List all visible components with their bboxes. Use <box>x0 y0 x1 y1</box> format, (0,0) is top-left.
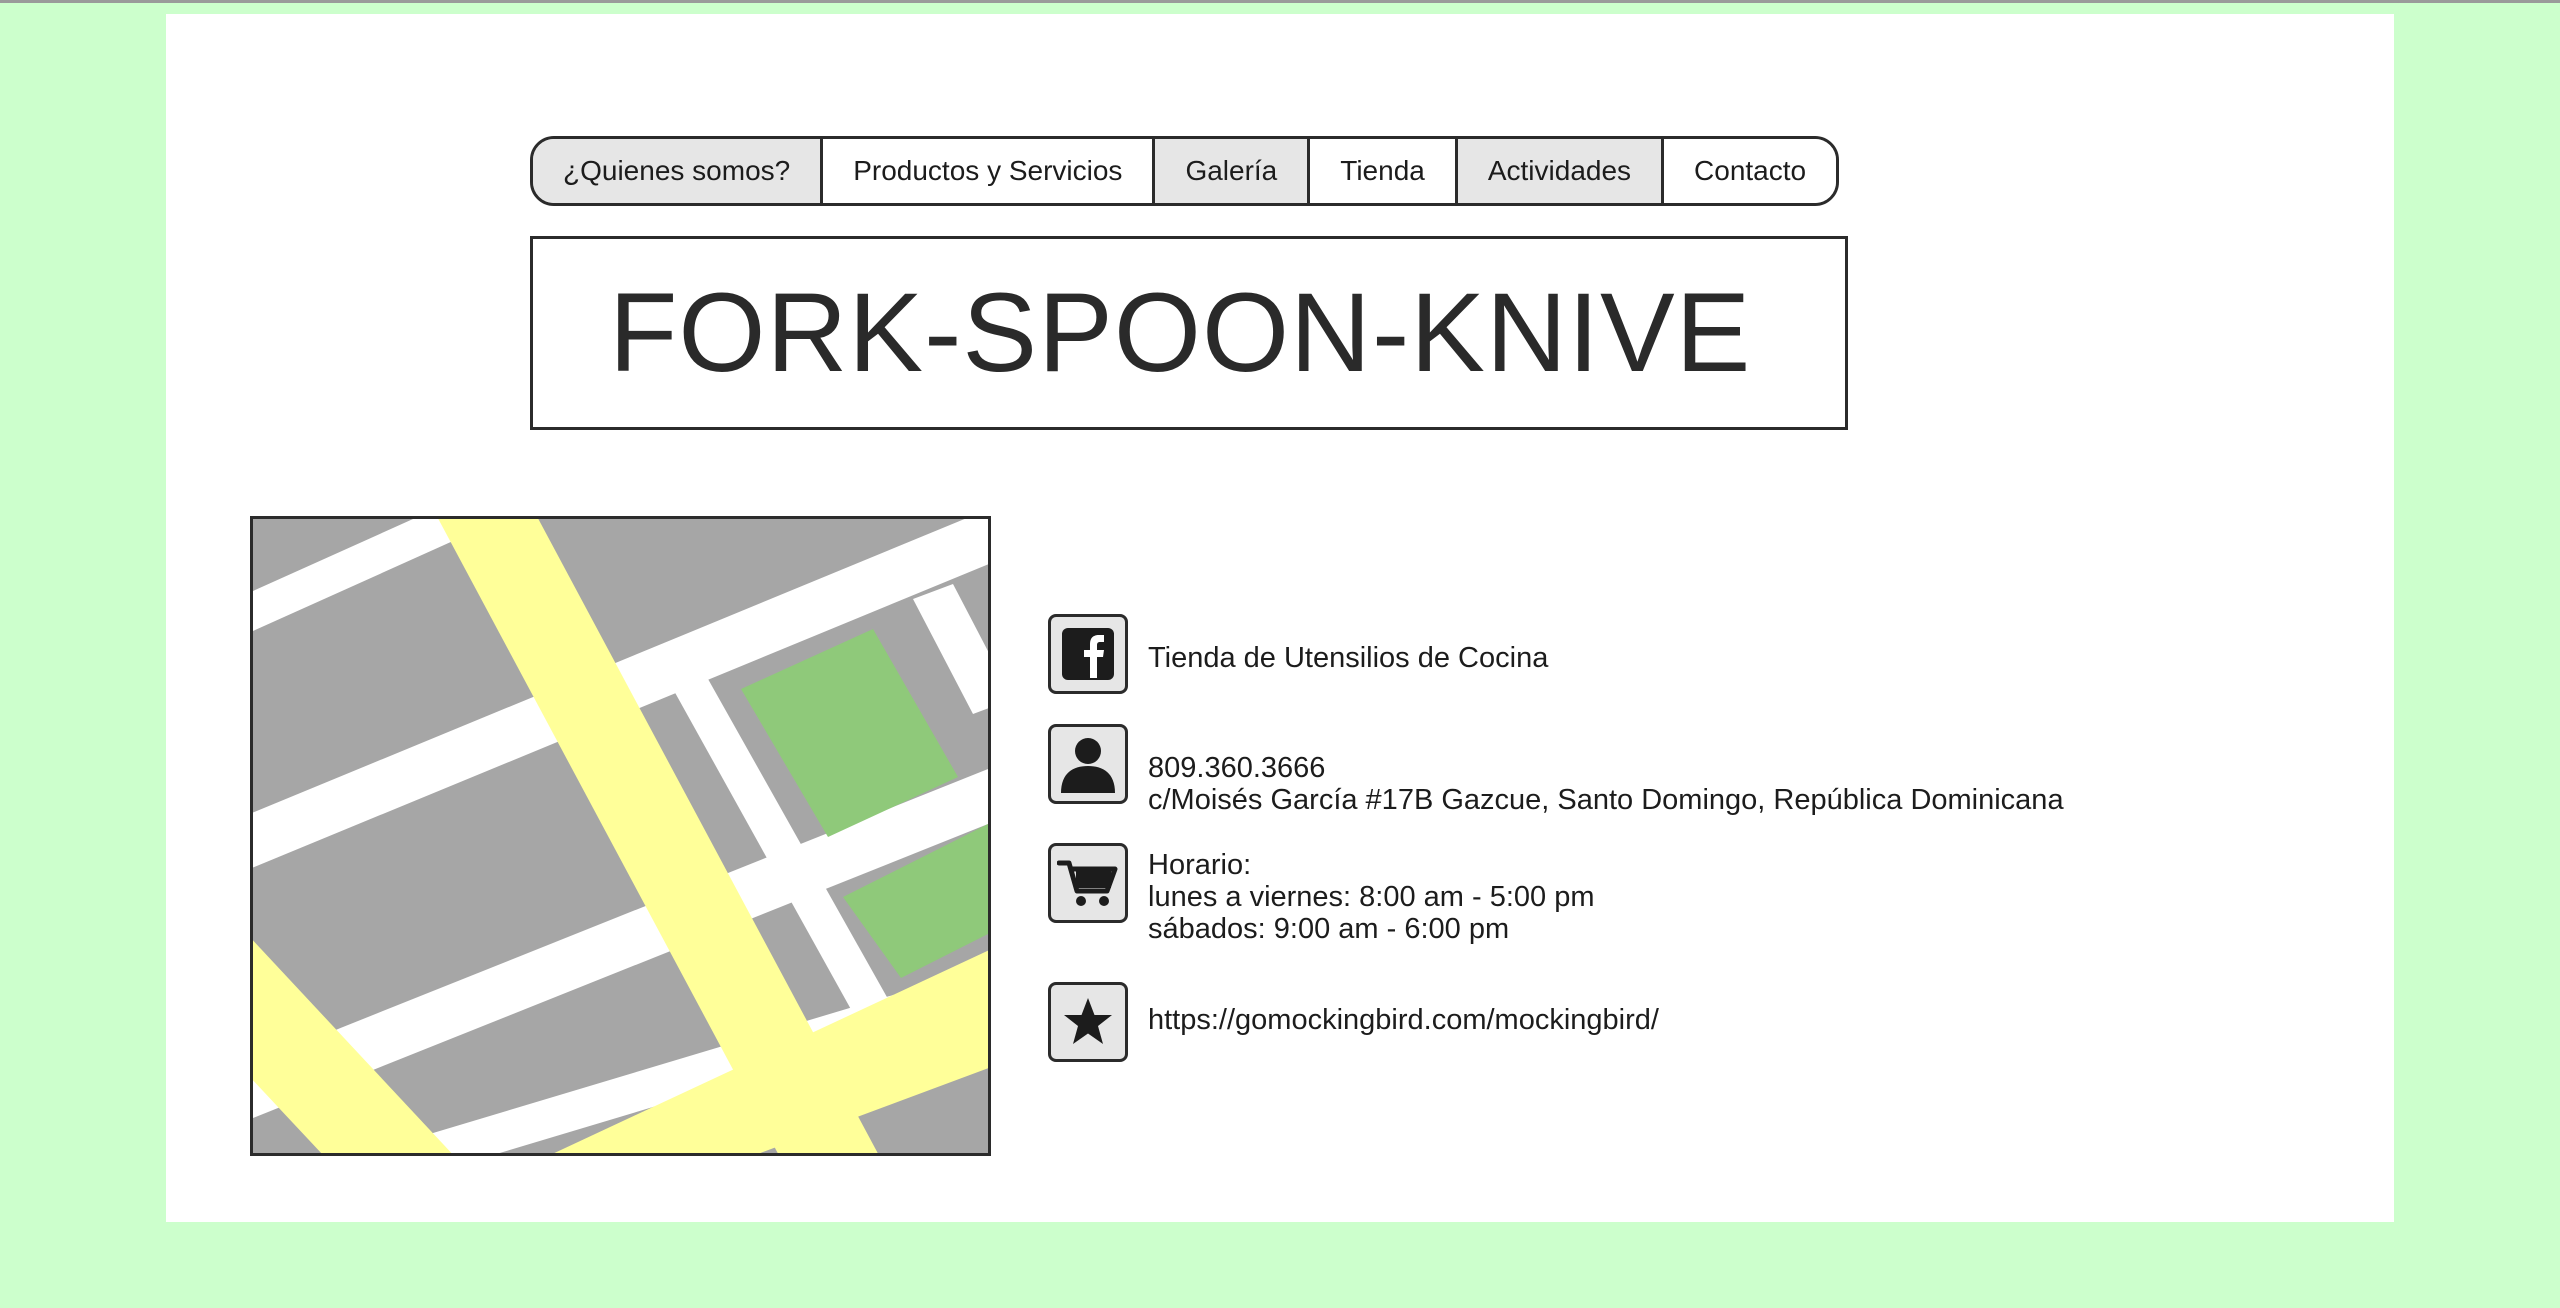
site-title: FORK-SPOON-KNIVE <box>609 270 1752 395</box>
schedule-text: Horario: lunes a viernes: 8:00 am - 5:00… <box>1148 843 1595 945</box>
schedule-weekdays: lunes a viernes: 8:00 am - 5:00 pm <box>1148 881 1595 913</box>
nav-item-productos-servicios[interactable]: Productos y Servicios <box>823 139 1156 203</box>
contact-website-row: https://gomockingbird.com/mockingbird/ <box>1048 982 1659 1062</box>
website-text: https://gomockingbird.com/mockingbird/ <box>1148 982 1659 1036</box>
facebook-icon[interactable] <box>1048 614 1128 694</box>
nav-item-actividades[interactable]: Actividades <box>1457 139 1665 203</box>
person-text: 809.360.3666 c/Moisés García #17B Gazcue… <box>1148 724 2064 816</box>
page-container: ¿Quienes somos? Productos y Servicios Ga… <box>166 14 2394 1222</box>
facebook-text: Tienda de Utensilios de Cocina <box>1148 614 1548 674</box>
location-map[interactable] <box>250 516 991 1156</box>
schedule-saturday: sábados: 9:00 am - 6:00 pm <box>1148 913 1510 945</box>
contact-facebook-row: Tienda de Utensilios de Cocina <box>1048 614 1548 694</box>
nav-item-galeria[interactable]: Galería <box>1155 139 1311 203</box>
nav-item-tienda[interactable]: Tienda <box>1310 139 1458 203</box>
top-divider <box>0 0 2560 3</box>
nav-item-contacto[interactable]: Contacto <box>1664 139 1837 203</box>
nav-item-quienes-somos[interactable]: ¿Quienes somos? <box>533 139 824 203</box>
schedule-heading: Horario: <box>1148 849 1252 881</box>
contact-schedule-row: Horario: lunes a viernes: 8:00 am - 5:00… <box>1048 843 1595 945</box>
map-image <box>253 519 988 1153</box>
main-navigation: ¿Quienes somos? Productos y Servicios Ga… <box>530 136 1840 206</box>
address: c/Moisés García #17B Gazcue, Santo Domin… <box>1148 784 2064 816</box>
site-title-banner: FORK-SPOON-KNIVE <box>530 236 1848 430</box>
phone-number[interactable]: 809.360.3666 <box>1148 752 2064 784</box>
website-link[interactable]: https://gomockingbird.com/mockingbird/ <box>1148 1004 1659 1036</box>
star-icon <box>1048 982 1128 1062</box>
person-icon <box>1048 724 1128 804</box>
contact-person-row: 809.360.3666 c/Moisés García #17B Gazcue… <box>1048 724 2064 816</box>
facebook-label: Tienda de Utensilios de Cocina <box>1148 642 1549 674</box>
shopping-cart-icon <box>1048 843 1128 923</box>
